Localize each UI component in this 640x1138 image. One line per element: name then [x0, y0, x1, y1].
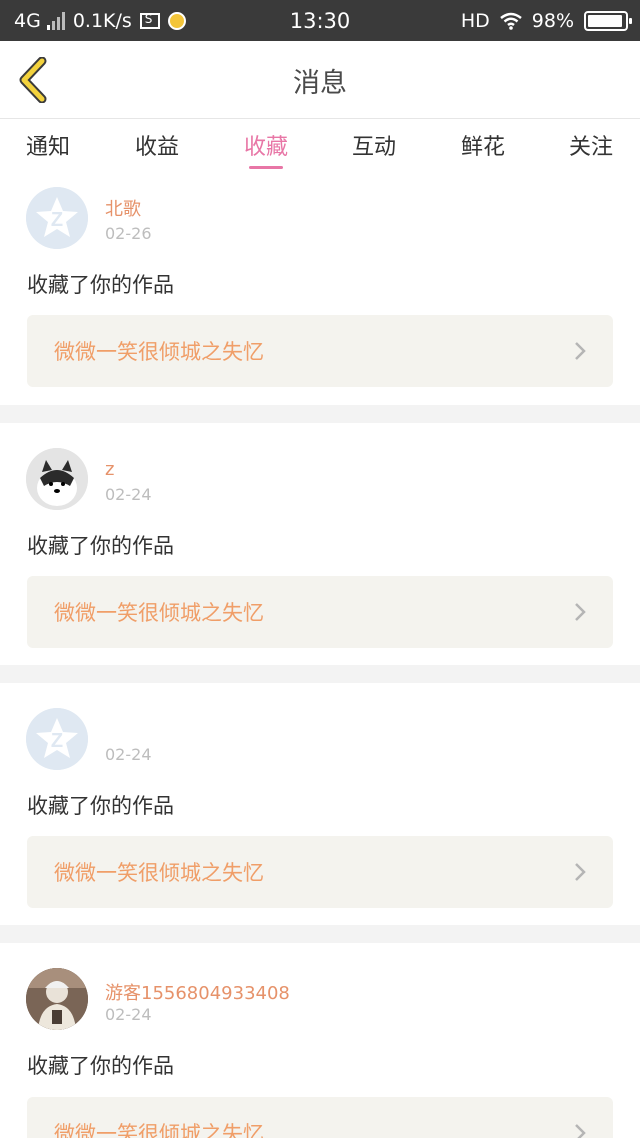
svg-text:Z: Z: [51, 209, 63, 231]
avatar[interactable]: Z: [26, 708, 88, 770]
user-name[interactable]: 游客1556804933408: [105, 979, 290, 1005]
user-name[interactable]: z: [105, 459, 114, 480]
divider: [0, 405, 640, 423]
qq-avatar-icon: Z: [26, 708, 88, 770]
list-item: z 02-24 收藏了你的作品 微微一笑很倾城之失忆: [0, 423, 640, 665]
qq-avatar-icon: Z: [26, 187, 88, 249]
tab-active-indicator: [249, 166, 283, 169]
divider: [0, 925, 640, 943]
tab-earnings[interactable]: 收益: [117, 129, 197, 169]
tab-label: 鲜花: [460, 135, 505, 160]
svg-text:Z: Z: [51, 730, 63, 752]
chevron-right-icon: [575, 1124, 586, 1138]
tab-flowers[interactable]: 鲜花: [443, 129, 523, 169]
tab-bar: 通知 收益 收藏 互动 鲜花 关注: [0, 119, 640, 175]
list-item: Z 北歌 02-26 收藏了你的作品 微微一笑很倾城之失忆: [0, 175, 640, 405]
work-card[interactable]: 微微一笑很倾城之失忆: [27, 836, 613, 908]
work-title: 微微一笑很倾城之失忆: [54, 340, 264, 364]
tab-label: 收藏: [243, 135, 288, 160]
tab-interaction[interactable]: 互动: [334, 129, 414, 169]
tab-label: 通知: [25, 135, 70, 160]
list-item: 游客1556804933408 02-24 收藏了你的作品 微微一笑很倾城之失忆: [0, 943, 640, 1138]
work-title: 微微一笑很倾城之失忆: [54, 861, 264, 885]
work-card[interactable]: 微微一笑很倾城之失忆: [27, 1097, 613, 1138]
work-title: 微微一笑很倾城之失忆: [54, 1122, 264, 1138]
action-text: 收藏了你的作品: [27, 794, 174, 818]
action-text: 收藏了你的作品: [27, 273, 174, 297]
work-card[interactable]: 微微一笑很倾城之失忆: [27, 576, 613, 648]
status-bar: 4G 0.1K/s 13:30 HD 98%: [0, 0, 640, 41]
list-item: Z 02-24 收藏了你的作品 微微一笑很倾城之失忆: [0, 683, 640, 925]
wifi-icon: [499, 12, 522, 30]
tab-label: 关注: [568, 135, 613, 160]
message-date: 02-24: [105, 1005, 152, 1024]
tab-label: 互动: [351, 135, 396, 160]
status-right: HD 98%: [460, 0, 632, 41]
tab-notice[interactable]: 通知: [8, 129, 88, 169]
message-date: 02-26: [105, 224, 152, 243]
user-name[interactable]: 北歌: [105, 195, 141, 221]
tab-favorites[interactable]: 收藏: [226, 129, 306, 169]
dog-avatar-image: [26, 448, 88, 510]
battery-icon: [584, 10, 632, 31]
person-avatar-image: [26, 968, 88, 1030]
message-date: 02-24: [105, 745, 152, 764]
tab-follow[interactable]: 关注: [551, 129, 631, 169]
action-text: 收藏了你的作品: [27, 1054, 174, 1078]
chevron-right-icon: [575, 342, 586, 360]
chevron-right-icon: [575, 863, 586, 881]
message-date: 02-24: [105, 485, 152, 504]
action-text: 收藏了你的作品: [27, 534, 174, 558]
tab-label: 收益: [134, 135, 179, 160]
work-title: 微微一笑很倾城之失忆: [54, 601, 264, 625]
battery-percent: 98%: [531, 9, 574, 32]
chevron-right-icon: [575, 603, 586, 621]
divider: [0, 665, 640, 683]
hd-label: HD: [460, 9, 490, 32]
app-header: 消息: [0, 41, 640, 119]
avatar[interactable]: Z: [26, 187, 88, 249]
work-card[interactable]: 微微一笑很倾城之失忆: [27, 315, 613, 387]
avatar[interactable]: [26, 448, 88, 510]
avatar[interactable]: [26, 968, 88, 1030]
page-title: 消息: [293, 67, 347, 99]
